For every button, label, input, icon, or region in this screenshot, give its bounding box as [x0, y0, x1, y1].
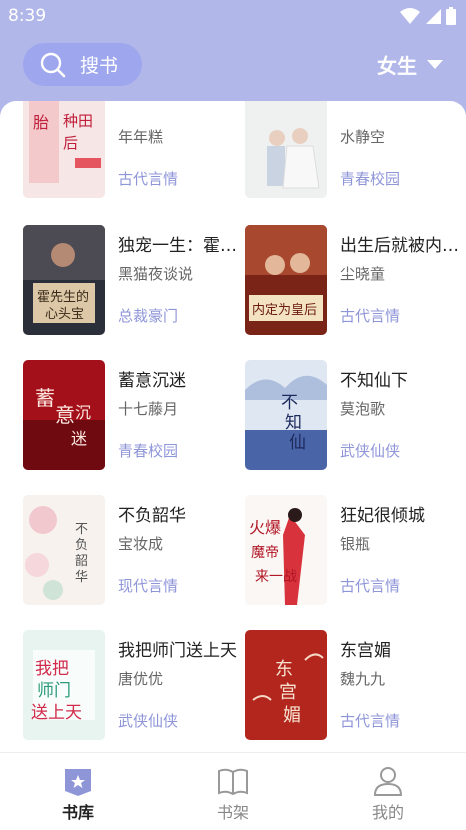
book-card[interactable]: 霍先生的 心头宝 独宠一生：霍先生的心头宝 黑猫夜谈说 总裁豪门	[23, 225, 243, 335]
svg-text:意: 意	[55, 403, 75, 427]
tab-label: 书库	[61, 803, 94, 822]
book-cover: 内定为皇后	[245, 225, 327, 335]
book-author: 十七藤月	[118, 400, 179, 418]
book-card[interactable]: 火爆 魔帝 来一战 狂妃很倾城 银瓶 古代言情	[245, 495, 460, 605]
svg-text:东: 东	[275, 659, 293, 680]
tab-bookstore[interactable]: 书库	[18, 753, 138, 830]
book-category: 古代言情	[340, 712, 401, 730]
book-category: 武侠仙侠	[118, 712, 179, 730]
tab-bookshelf[interactable]: 书架	[173, 753, 293, 830]
wifi-icon	[400, 8, 420, 24]
svg-text:我把: 我把	[35, 659, 69, 679]
svg-text:胎: 胎	[33, 113, 49, 132]
book-category: 总裁豪门	[118, 307, 179, 325]
book-category: 现代言情	[118, 577, 179, 595]
svg-text:华: 华	[75, 570, 88, 585]
book-card[interactable]: 胎 种田 后 年年糕 古代言情	[23, 101, 238, 198]
status-time: 8:39	[8, 6, 47, 26]
svg-text:魔帝: 魔帝	[251, 545, 279, 561]
book-card[interactable]: 不 负 韶 华 不负韶华 宝妆成 现代言情	[23, 495, 238, 605]
caret-down-icon	[427, 59, 443, 69]
book-title: 狂妃很倾城	[340, 506, 425, 526]
book-card[interactable]: 蓄 意 沉 迷 蓄意沉迷 十七藤月 青春校园	[23, 360, 238, 470]
svg-text:种田: 种田	[63, 112, 93, 130]
profile-icon	[372, 765, 404, 797]
book-title: 出生后就被内定为皇后	[340, 236, 465, 256]
gender-filter-label: 女生	[377, 54, 417, 78]
svg-text:师门: 师门	[37, 681, 71, 701]
book-category: 古代言情	[340, 577, 401, 595]
search-label: 搜书	[80, 55, 119, 77]
book-title: 独宠一生：霍先生的心头宝	[118, 236, 243, 256]
book-author: 年年糕	[118, 128, 164, 146]
book-author: 黑猫夜谈说	[118, 265, 194, 283]
tab-label: 我的	[371, 803, 404, 822]
svg-text:后: 后	[63, 134, 78, 152]
book-title: 我把师门送上天	[118, 641, 237, 661]
book-category: 青春校园	[118, 442, 179, 460]
signal-icon	[426, 9, 441, 24]
book-author: 魏九九	[340, 670, 386, 688]
svg-text:霍先生的: 霍先生的	[37, 289, 89, 305]
book-title: 不负韶华	[118, 506, 186, 526]
book-cover: 东 宫 媚	[245, 630, 327, 740]
book-cover: 我把 师门 送上天	[23, 630, 105, 740]
svg-text:沉: 沉	[75, 403, 91, 422]
book-cover: 不 负 韶 华	[23, 495, 105, 605]
svg-text:迷: 迷	[71, 429, 87, 448]
svg-text:火爆: 火爆	[249, 518, 281, 537]
search-icon	[40, 52, 66, 77]
tab-profile[interactable]: 我的	[328, 753, 448, 830]
gender-filter-dropdown[interactable]: 女生	[377, 50, 443, 79]
book-category: 武侠仙侠	[340, 442, 401, 460]
book-author: 莫泡歌	[340, 400, 386, 418]
book-category: 古代言情	[118, 170, 179, 188]
book-author: 水静空	[340, 128, 386, 146]
svg-text:送上天: 送上天	[31, 703, 82, 723]
book-author: 尘晓童	[340, 265, 386, 283]
book-title: 东宫媚	[340, 641, 391, 661]
svg-text:仙: 仙	[289, 433, 306, 453]
book-card[interactable]: 不 知 仙 不知仙下 莫泡歌 武侠仙侠	[245, 360, 460, 470]
search-button[interactable]: 搜书	[23, 43, 142, 86]
svg-text:蓄: 蓄	[35, 386, 55, 410]
book-cover	[245, 101, 327, 198]
tab-label: 书架	[216, 803, 249, 822]
book-category: 古代言情	[340, 307, 401, 325]
bottom-tab-bar: 书库 书架 我的	[0, 752, 466, 830]
status-bar: 8:39	[0, 0, 466, 34]
svg-text:宫: 宫	[279, 682, 297, 703]
svg-text:知: 知	[285, 413, 302, 433]
battery-icon	[446, 7, 456, 25]
book-cover: 蓄 意 沉 迷	[23, 360, 105, 470]
book-title: 不知仙下	[340, 371, 408, 391]
svg-text:媚: 媚	[283, 705, 301, 726]
book-card[interactable]: 我把 师门 送上天 我把师门送上天 唐优优 武侠仙侠	[23, 630, 238, 740]
svg-text:韶: 韶	[75, 553, 88, 569]
book-author: 唐优优	[118, 670, 164, 688]
book-cover: 火爆 魔帝 来一战	[245, 495, 327, 605]
svg-text:不: 不	[75, 522, 88, 537]
book-cover: 不 知 仙	[245, 360, 327, 470]
bookshelf-icon	[217, 765, 249, 797]
status-icons	[400, 7, 456, 25]
book-card[interactable]: 东 宫 媚 东宫媚 魏九九 古代言情	[245, 630, 460, 740]
book-list: 胎 种田 后 年年糕 古代言情 水静空 青春校园 霍先生的 心头宝 独宠一生：霍…	[0, 101, 466, 752]
book-author: 宝妆成	[118, 535, 164, 553]
book-card[interactable]: 内定为皇后 出生后就被内定为皇后 尘晓童 古代言情	[245, 225, 465, 335]
book-title: 蓄意沉迷	[118, 371, 186, 391]
svg-text:来一战: 来一战	[255, 569, 297, 585]
book-card[interactable]: 水静空 青春校园	[245, 101, 460, 198]
svg-text:内定为皇后: 内定为皇后	[252, 302, 317, 318]
svg-text:心头宝: 心头宝	[45, 307, 84, 322]
svg-text:不: 不	[281, 393, 298, 413]
bookstore-icon	[63, 765, 93, 797]
svg-text:负: 负	[75, 538, 88, 553]
book-author: 银瓶	[340, 535, 371, 553]
book-cover: 胎 种田 后	[23, 101, 105, 198]
book-cover: 霍先生的 心头宝	[23, 225, 105, 335]
book-category: 青春校园	[340, 170, 401, 188]
